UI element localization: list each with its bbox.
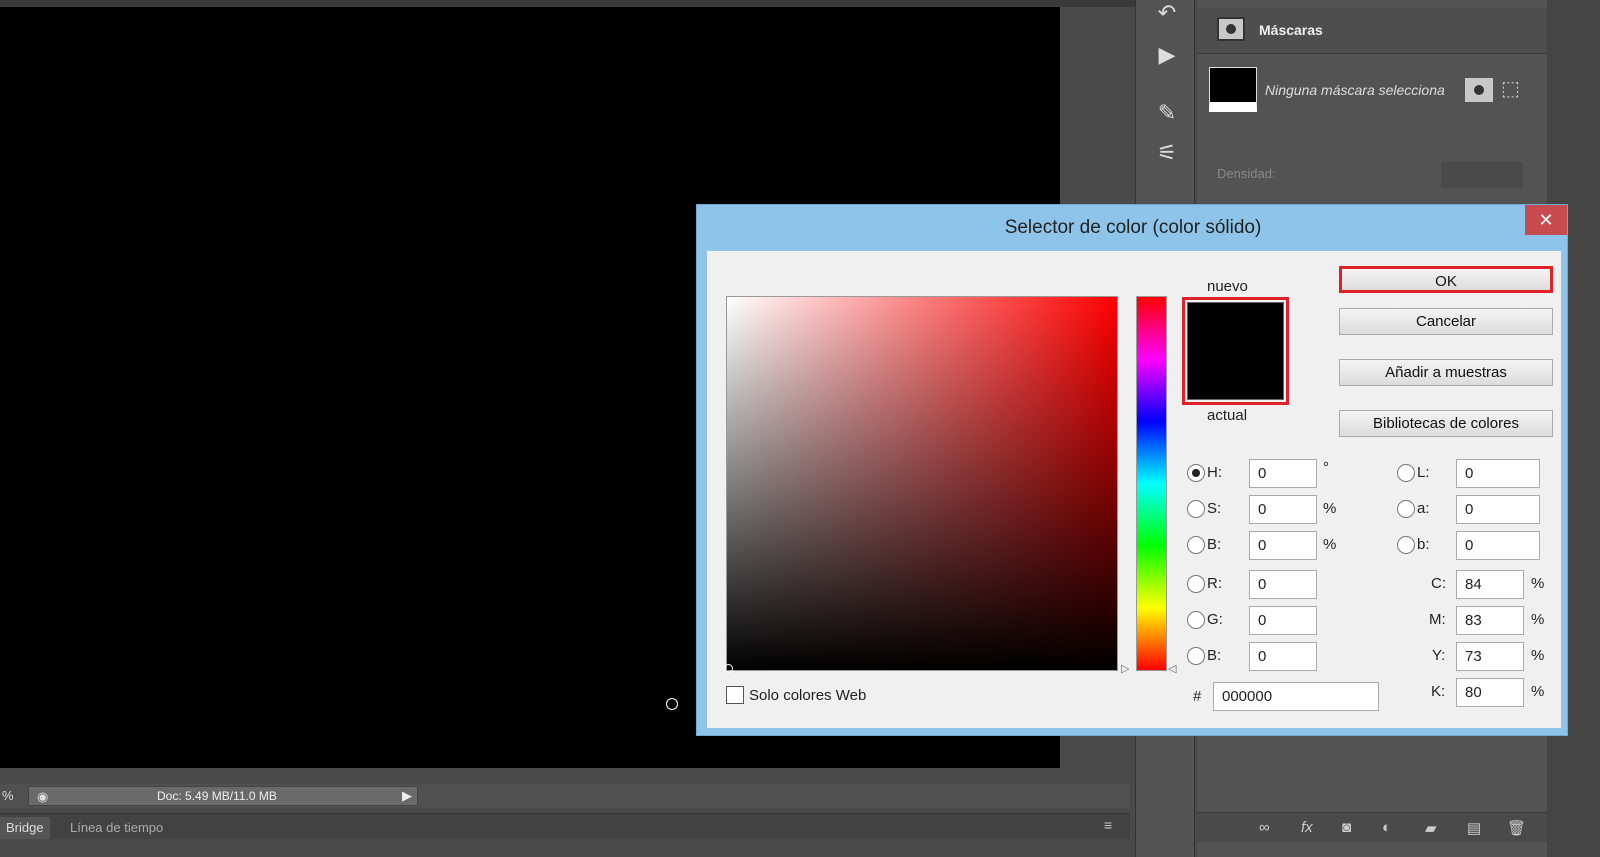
s-label: S: — [1207, 500, 1222, 517]
tab-timeline[interactable]: Línea de tiempo — [64, 817, 169, 839]
hue-slider-right-handle-icon[interactable]: ◁ — [1168, 662, 1176, 675]
l-label: L: — [1417, 464, 1430, 481]
color-libraries-button[interactable]: Bibliotecas de colores — [1339, 410, 1553, 437]
a-input[interactable]: 0 — [1456, 495, 1540, 524]
adjustment-icon[interactable]: ◐ — [1382, 819, 1391, 836]
a-label: a: — [1417, 500, 1430, 517]
brush-icon[interactable]: ⚟ — [1152, 140, 1182, 166]
actions-play-icon[interactable]: ▶ — [1152, 42, 1182, 68]
r-input[interactable]: 0 — [1249, 570, 1317, 599]
b-lab-label: b: — [1417, 536, 1430, 553]
panel-header — [1197, 8, 1547, 54]
color-picker-dialog: Selector de color (color sólido) ✕ ▷ ◁ n… — [696, 204, 1568, 736]
current-label: actual — [1207, 407, 1248, 424]
color-field[interactable] — [724, 296, 1118, 673]
radio-brightness[interactable] — [1187, 536, 1205, 554]
add-vector-mask-icon[interactable]: ⬚ — [1501, 76, 1520, 101]
add-pixel-mask-icon[interactable] — [1465, 78, 1493, 102]
hex-label: # — [1193, 688, 1202, 705]
density-label: Densidad: — [1217, 166, 1276, 181]
brightness-unit: % — [1323, 536, 1337, 553]
hex-input[interactable]: 000000 — [1213, 682, 1379, 711]
c-label: C: — [1431, 575, 1446, 592]
status-menu-arrow-icon[interactable]: ▶ — [402, 788, 412, 804]
status-bar: % ◉ Doc: 5.49 MB/11.0 MB ▶ — [0, 784, 1130, 808]
b-lab-input[interactable]: 0 — [1456, 531, 1540, 560]
mask-thumbnail — [1209, 67, 1257, 112]
brightness-label: B: — [1207, 536, 1222, 553]
density-input[interactable] — [1441, 162, 1523, 188]
g-input[interactable]: 0 — [1249, 606, 1317, 635]
c-unit: % — [1531, 575, 1545, 592]
radio-blue[interactable] — [1187, 647, 1205, 665]
radio-g[interactable] — [1187, 611, 1205, 629]
trash-icon[interactable]: 🗑 — [1507, 819, 1526, 837]
m-input[interactable]: 83 — [1456, 606, 1524, 635]
h-input[interactable]: 0 — [1249, 459, 1317, 488]
zoom-level[interactable]: % — [2, 788, 14, 803]
m-label: M: — [1429, 611, 1446, 628]
k-unit: % — [1531, 683, 1545, 700]
y-unit: % — [1531, 647, 1545, 664]
add-to-swatches-button[interactable]: Añadir a muestras — [1339, 359, 1553, 386]
tab-bridge[interactable]: Bridge — [0, 817, 50, 839]
l-input[interactable]: 0 — [1456, 459, 1540, 488]
hue-slider[interactable] — [1136, 296, 1167, 671]
panel-menu-icon[interactable]: ≡ — [1104, 817, 1112, 833]
k-label: K: — [1431, 683, 1446, 700]
new-layer-icon[interactable]: ▤ — [1467, 819, 1481, 837]
doc-size: Doc: 5.49 MB/11.0 MB — [157, 789, 277, 803]
new-label: nuevo — [1207, 278, 1248, 295]
dialog-title: Selector de color (color sólido) — [1004, 217, 1262, 238]
new-color-swatch — [1187, 302, 1284, 400]
share-icon[interactable]: ◉ — [37, 789, 48, 805]
s-input[interactable]: 0 — [1249, 495, 1317, 524]
close-button[interactable]: ✕ — [1525, 205, 1567, 235]
history-icon[interactable]: ↶ — [1152, 0, 1182, 26]
m-unit: % — [1531, 611, 1545, 628]
hue-slider-left-handle-icon[interactable]: ▷ — [1121, 662, 1129, 675]
radio-s[interactable] — [1187, 500, 1205, 518]
g-label: G: — [1207, 611, 1223, 628]
brush-presets-icon[interactable]: ✎ — [1152, 100, 1182, 126]
mouse-cursor — [666, 698, 678, 710]
s-unit: % — [1323, 500, 1337, 517]
h-unit: ° — [1323, 459, 1329, 476]
radio-r[interactable] — [1187, 575, 1205, 593]
brightness-input[interactable]: 0 — [1249, 531, 1317, 560]
radio-b-lab[interactable] — [1397, 536, 1415, 554]
c-input[interactable]: 84 — [1456, 570, 1524, 599]
layer-mask-icon[interactable]: ◙ — [1342, 819, 1351, 836]
pixel-mask-icon[interactable] — [1217, 17, 1245, 41]
fx-icon[interactable]: fx — [1301, 819, 1313, 836]
color-field-cursor[interactable] — [724, 664, 733, 673]
radio-a[interactable] — [1397, 500, 1415, 518]
y-input[interactable]: 73 — [1456, 642, 1524, 671]
dialog-body: ▷ ◁ nuevo actual OK Cancelar Añadir a mu… — [707, 251, 1561, 728]
blue-input[interactable]: 0 — [1249, 642, 1317, 671]
new-current-swatch[interactable] — [1182, 297, 1289, 405]
web-colors-checkbox[interactable] — [726, 686, 744, 704]
panel-title: Máscaras — [1259, 22, 1323, 38]
cancel-button[interactable]: Cancelar — [1339, 308, 1553, 335]
k-input[interactable]: 80 — [1456, 678, 1524, 707]
top-bar — [0, 0, 1135, 7]
radio-l[interactable] — [1397, 464, 1415, 482]
folder-icon[interactable]: ▰ — [1425, 819, 1437, 837]
ok-button[interactable]: OK — [1339, 266, 1553, 293]
layers-footer: ∞ fx ◙ ◐ ▰ ▤ 🗑 — [1197, 812, 1547, 842]
blue-label: B: — [1207, 647, 1222, 664]
y-label: Y: — [1432, 647, 1446, 664]
radio-h[interactable] — [1187, 464, 1205, 482]
web-colors-label: Solo colores Web — [749, 687, 867, 704]
bottom-panel-tabs: Bridge Línea de tiempo ≡ — [0, 813, 1130, 839]
link-icon[interactable]: ∞ — [1259, 819, 1270, 836]
h-label: H: — [1207, 464, 1222, 481]
r-label: R: — [1207, 575, 1222, 592]
no-mask-text: Ninguna máscara selecciona — [1265, 82, 1445, 98]
